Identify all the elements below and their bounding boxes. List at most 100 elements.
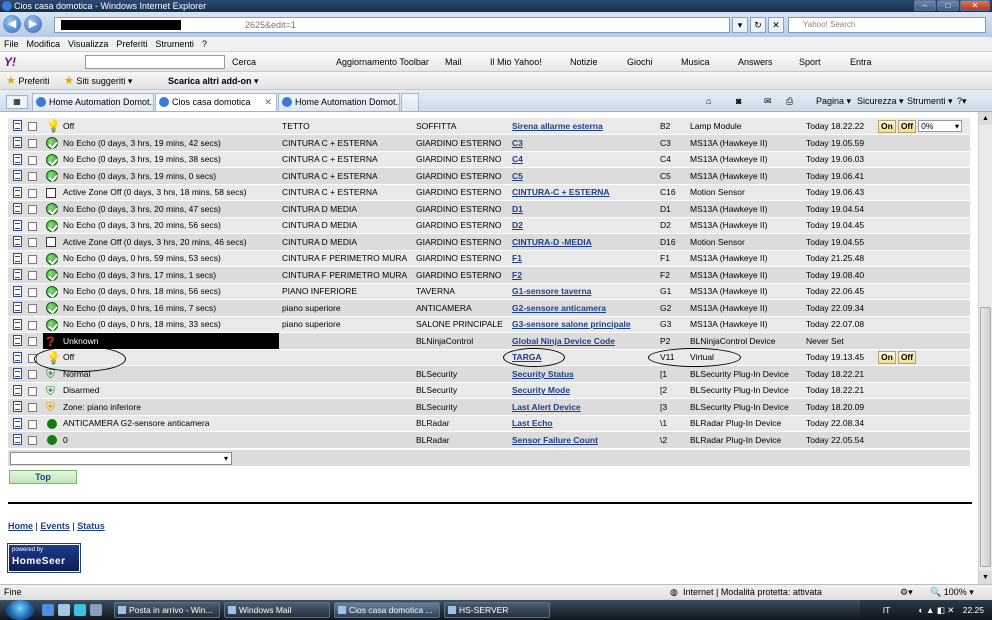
edit-device-icon[interactable] xyxy=(13,170,22,181)
toolbar-musica[interactable]: Musica xyxy=(681,55,710,69)
yahoo-logo-icon[interactable]: Y! xyxy=(4,55,16,69)
addons-link[interactable]: Scarica altri add-on ▾ xyxy=(168,75,259,87)
footer-link-events[interactable]: Events xyxy=(40,521,70,531)
row-checkbox[interactable] xyxy=(28,155,37,165)
menu-strumenti[interactable]: Strumenti xyxy=(151,37,198,52)
device-name-link[interactable]: C4 xyxy=(512,154,523,164)
edit-device-icon[interactable] xyxy=(13,186,22,198)
print-icon[interactable]: ⎙ xyxy=(786,94,793,108)
row-checkbox[interactable] xyxy=(28,122,37,131)
home-icon[interactable]: ⌂ xyxy=(706,94,711,108)
device-name-link[interactable]: CINTURA-C + ESTERNA xyxy=(512,187,610,197)
security-menu[interactable]: Sicurezza ▾ xyxy=(857,94,904,108)
start-button[interactable] xyxy=(6,600,34,620)
protected-mode-icon[interactable]: ⚙▾ xyxy=(900,585,913,600)
device-name-link[interactable]: Security Mode xyxy=(512,385,570,395)
menu-visualizza[interactable]: Visualizza xyxy=(64,37,112,52)
edit-device-icon[interactable] xyxy=(13,368,22,379)
device-name-link[interactable]: Global Ninja Device Code xyxy=(512,336,615,346)
device-name-link[interactable]: G2-sensore anticamera xyxy=(512,303,606,313)
forward-button[interactable]: ▶ xyxy=(24,15,42,33)
compat-view-icon[interactable]: ▾ xyxy=(732,17,748,33)
edit-device-icon[interactable] xyxy=(13,318,22,330)
scroll-up-arrow-icon[interactable]: ▲ xyxy=(979,112,992,125)
quicklaunch-ie-icon[interactable] xyxy=(42,604,54,616)
on-button[interactable]: On xyxy=(878,119,896,133)
edit-device-icon[interactable] xyxy=(13,252,22,264)
edit-device-icon[interactable] xyxy=(13,401,22,412)
mail-icon[interactable]: ✉ xyxy=(764,94,772,108)
scroll-down-arrow-icon[interactable]: ▼ xyxy=(979,571,992,584)
tab-cios-casa-domotica[interactable]: Cios casa domotica ✕ xyxy=(155,93,277,111)
menu-help[interactable]: ? xyxy=(198,37,211,52)
toolbar-entra[interactable]: Entra xyxy=(850,55,872,69)
row-checkbox[interactable] xyxy=(28,436,37,445)
vertical-scrollbar[interactable]: ▲ ▼ xyxy=(978,112,992,584)
row-checkbox[interactable] xyxy=(28,172,37,181)
device-name-link[interactable]: G3-sensore salone principale xyxy=(512,319,631,329)
toolbar-mail[interactable]: Mail xyxy=(445,55,462,69)
row-checkbox[interactable] xyxy=(28,419,37,429)
off-button[interactable]: Off xyxy=(897,350,917,364)
web-search-input[interactable]: Yahoo! Search xyxy=(788,17,986,33)
off-button[interactable]: Off xyxy=(897,119,917,133)
device-name-link[interactable]: F2 xyxy=(512,270,522,280)
taskbar-windows-mail[interactable]: Windows Mail xyxy=(224,602,330,618)
taskbar-cios-casa-domotica[interactable]: Cios casa domotica ... xyxy=(334,602,440,618)
toolbar-answers[interactable]: Answers xyxy=(738,55,773,69)
address-input[interactable]: 2625&edit=1 xyxy=(54,17,730,33)
on-button[interactable]: On xyxy=(878,350,896,364)
edit-device-icon[interactable] xyxy=(13,153,22,165)
menu-preferiti[interactable]: Preferiti xyxy=(112,37,151,52)
device-name-link[interactable]: Security Status xyxy=(512,369,574,379)
edit-device-icon[interactable] xyxy=(13,120,22,131)
back-button[interactable]: ◀ xyxy=(3,15,21,33)
row-checkbox[interactable] xyxy=(28,304,37,313)
feeds-icon[interactable]: ◙ xyxy=(736,94,741,108)
toolbar-sport[interactable]: Sport xyxy=(799,55,821,69)
row-checkbox[interactable] xyxy=(28,320,37,330)
toolbar-update[interactable]: Aggiornamento Toolbar xyxy=(336,55,429,69)
footer-link-status[interactable]: Status xyxy=(77,521,105,531)
toolbar-my-yahoo[interactable]: Il Mio Yahoo! xyxy=(490,55,542,69)
device-name-link[interactable]: CINTURA-D -MEDIA xyxy=(512,237,592,247)
top-button[interactable]: Top xyxy=(9,470,77,484)
row-checkbox[interactable] xyxy=(28,205,37,214)
quicklaunch-mail-icon[interactable] xyxy=(74,604,86,616)
tools-menu[interactable]: Strumenti ▾ xyxy=(907,94,953,108)
tab-home-automation-2[interactable]: Home Automation Domot... xyxy=(278,93,400,111)
tray-icons[interactable]: ◐ ▲ ◧ ✕ xyxy=(919,605,955,615)
row-checkbox[interactable] xyxy=(28,254,37,264)
close-button[interactable]: ✕ xyxy=(960,0,990,11)
device-name-link[interactable]: C3 xyxy=(512,138,523,148)
language-indicator[interactable]: IT xyxy=(883,605,890,615)
device-name-link[interactable]: G1-sensore taverna xyxy=(512,286,591,296)
edit-device-icon[interactable] xyxy=(13,302,22,313)
edit-device-icon[interactable] xyxy=(13,137,22,148)
row-checkbox[interactable] xyxy=(28,287,37,297)
edit-device-icon[interactable] xyxy=(13,285,22,297)
clock[interactable]: 22.25 xyxy=(963,605,984,615)
maximize-button[interactable]: □ xyxy=(937,0,959,11)
stop-icon[interactable]: ✕ xyxy=(768,17,784,33)
row-checkbox[interactable] xyxy=(28,139,37,148)
edit-device-icon[interactable] xyxy=(13,351,22,363)
menu-file[interactable]: File xyxy=(0,37,23,52)
row-checkbox[interactable] xyxy=(28,370,37,379)
toolbar-notizie[interactable]: Notizie xyxy=(570,55,598,69)
device-name-link[interactable]: D1 xyxy=(512,204,523,214)
suggested-sites-link[interactable]: ★ Siti suggeriti ▾ xyxy=(64,75,132,87)
row-checkbox[interactable] xyxy=(28,386,37,396)
page-menu[interactable]: Pagina ▾ xyxy=(816,94,851,108)
action-select[interactable] xyxy=(10,452,232,465)
zoom-level[interactable]: 🔍 100% ▾ xyxy=(930,585,974,600)
scroll-thumb[interactable] xyxy=(980,307,991,567)
quick-tabs-icon[interactable]: ▦ xyxy=(6,95,28,109)
minimize-button[interactable]: – xyxy=(914,0,936,11)
device-name-link[interactable]: Last Alert Device xyxy=(512,402,581,412)
tab-home-automation-1[interactable]: Home Automation Domot... xyxy=(32,93,154,111)
toolbar-giochi[interactable]: Giochi xyxy=(627,55,653,69)
device-name-link[interactable]: F1 xyxy=(512,253,522,263)
quicklaunch-desktop-icon[interactable] xyxy=(58,604,70,616)
favorites-button[interactable]: ★ Preferiti xyxy=(6,75,49,87)
